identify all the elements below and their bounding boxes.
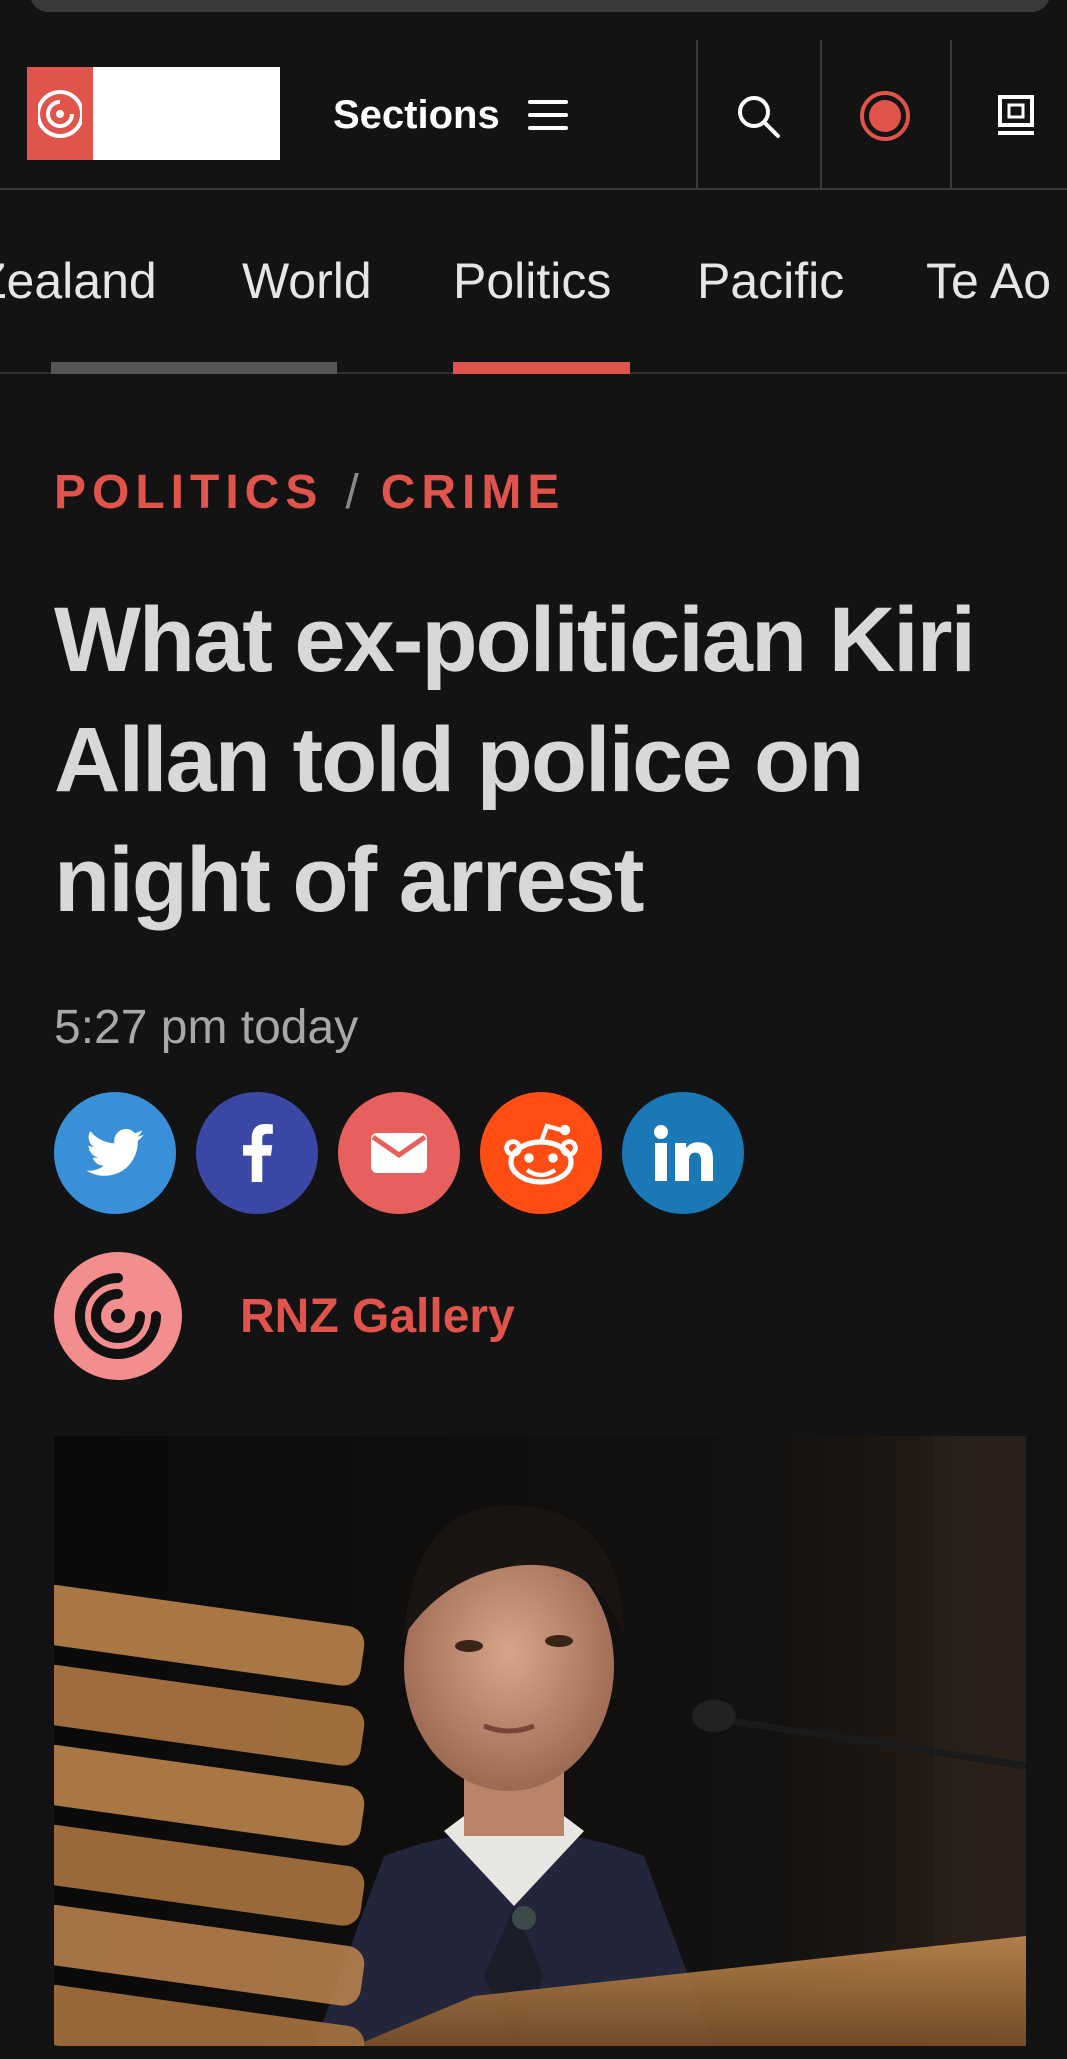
search-button[interactable] (722, 80, 794, 152)
author-avatar[interactable] (54, 1252, 182, 1380)
header-divider (950, 40, 952, 190)
rnz-swirl-icon (75, 1273, 161, 1359)
search-icon (738, 96, 780, 138)
screen-button[interactable] (980, 80, 1052, 152)
screen-icon (998, 95, 1034, 135)
tab-politics[interactable]: Politics (453, 252, 611, 310)
author-byline: RNZ Gallery (54, 1252, 515, 1380)
tab-world[interactable]: World (242, 252, 372, 310)
header-divider (820, 40, 822, 190)
rnz-logo[interactable] (27, 67, 280, 160)
active-tab-indicator (453, 362, 630, 374)
category-link-politics[interactable]: POLITICS (54, 466, 323, 519)
sections-label: Sections (333, 92, 500, 137)
email-icon (371, 1133, 427, 1173)
live-radio-icon (860, 91, 910, 141)
article-photo[interactable] (54, 1436, 1026, 2046)
nav-scrollbar[interactable] (51, 362, 337, 374)
photo-illustration (54, 1436, 1026, 2046)
header-divider (696, 40, 698, 190)
article-timestamp: 5:27 pm today (54, 1001, 359, 1054)
live-radio-button[interactable] (849, 80, 921, 152)
browser-url-bar[interactable] (30, 0, 1050, 12)
site-header: Sections (0, 40, 1067, 190)
category-link-crime[interactable]: CRIME (381, 466, 566, 519)
share-buttons (54, 1092, 744, 1214)
tab-te-ao[interactable]: Te Ao (926, 252, 1051, 310)
logo-wordmark-area (93, 67, 280, 160)
linkedin-icon (654, 1125, 713, 1181)
category-separator: / (345, 466, 359, 519)
share-linkedin-button[interactable] (622, 1092, 744, 1214)
share-email-button[interactable] (338, 1092, 460, 1214)
article-headline: What ex-politician Kiri Allan told polic… (54, 589, 976, 931)
facebook-icon (243, 1124, 273, 1182)
share-twitter-button[interactable] (54, 1092, 176, 1214)
page: Sections ealand World Politics Pacific T… (0, 0, 1067, 2059)
tab-pacific[interactable]: Pacific (697, 252, 844, 310)
tab-new-zealand[interactable]: Zealand (0, 252, 157, 310)
section-nav: Zealand World Politics Pacific Te Ao (0, 192, 1067, 374)
share-facebook-button[interactable] (196, 1092, 318, 1214)
rnz-logo-mark-icon (27, 67, 93, 160)
sections-menu-button[interactable]: Sections (333, 90, 568, 140)
reddit-icon (504, 1123, 578, 1185)
author-name-link[interactable]: RNZ Gallery (240, 1289, 515, 1344)
twitter-icon (86, 1129, 144, 1176)
article-categories: POLITICS / CRIME (54, 465, 565, 520)
hamburger-menu-icon (527, 100, 568, 130)
share-reddit-button[interactable] (480, 1092, 602, 1214)
